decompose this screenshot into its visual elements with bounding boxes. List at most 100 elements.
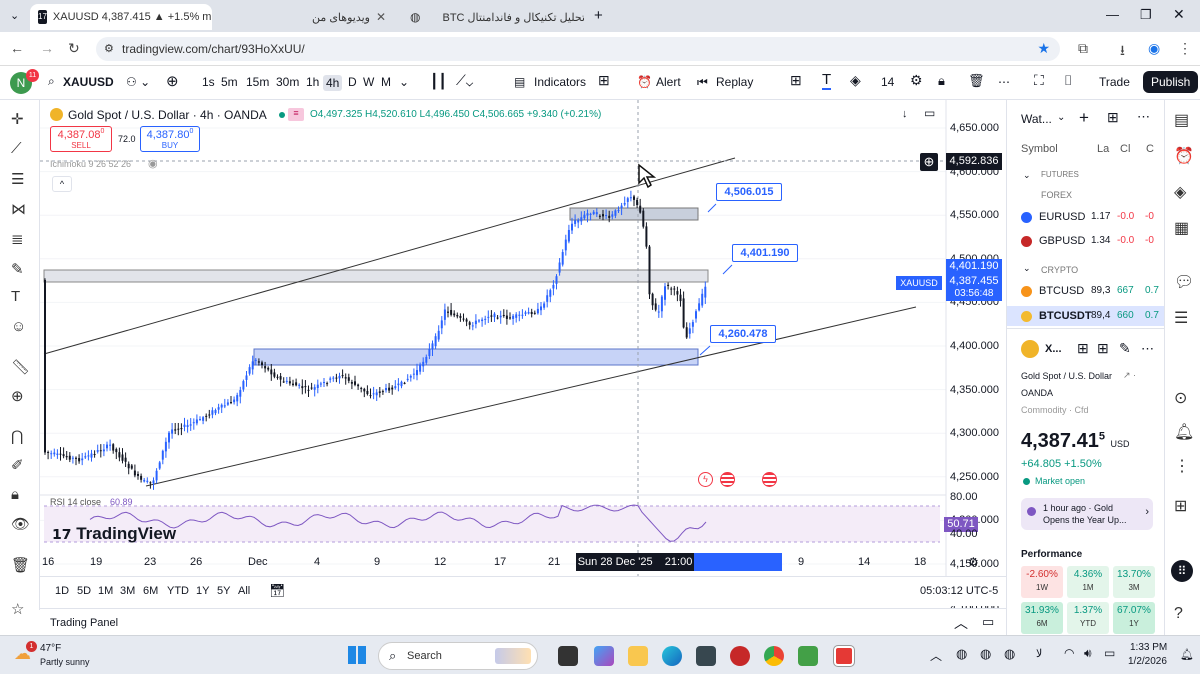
close-tab-icon[interactable]: ✕	[376, 10, 386, 24]
details-more-icon[interactable]: ⋯	[1141, 341, 1154, 357]
col-chgp[interactable]: C	[1146, 143, 1154, 155]
clock-time[interactable]: 1:33 PM	[1130, 642, 1167, 653]
range-5d[interactable]: 5D	[77, 585, 91, 597]
utc-clock[interactable]: 05:03:12 UTC-5	[920, 585, 998, 597]
extensions-icon[interactable]: ⧉	[1078, 40, 1088, 57]
interval-m[interactable]: M	[381, 75, 391, 89]
us-flag-event-icon[interactable]	[762, 472, 777, 487]
fullscreen-icon[interactable]: ⛶	[1034, 72, 1044, 89]
channel-upper-line[interactable]	[43, 157, 736, 355]
battery-icon[interactable]: ▭	[1104, 646, 1115, 660]
performance-tile[interactable]: 67.07% 1Y	[1113, 602, 1155, 634]
forward-arrow-icon[interactable]: →	[40, 40, 54, 56]
emoji-icon[interactable]: ☺	[11, 318, 26, 335]
performance-tile[interactable]: 31.93% 6M	[1021, 602, 1063, 634]
details-name[interactable]: Gold Spot / U.S. Dollar	[1021, 371, 1112, 381]
tray-app-icon[interactable]: ◍	[980, 646, 991, 662]
indicators-button[interactable]: Indicators	[534, 75, 586, 89]
annotation-low[interactable]: 4,260.478	[710, 325, 776, 343]
camera-icon[interactable]: ⌷	[1064, 72, 1072, 89]
interval-5m[interactable]: 5m	[221, 75, 238, 89]
interval-dropdown-icon[interactable]: ⌄	[399, 75, 409, 89]
annotation-top[interactable]: 4,506.015	[716, 183, 782, 201]
tray-app-icon[interactable]: ◍	[956, 646, 967, 662]
details-symbol[interactable]: X...	[1045, 343, 1062, 355]
back-arrow-icon[interactable]: ←	[10, 40, 24, 56]
grid-view-icon[interactable]: ⊞	[1077, 340, 1089, 357]
performance-tile[interactable]: 4.36% 1M	[1067, 566, 1109, 598]
advanced-view-icon[interactable]: ⊞	[1107, 109, 1119, 126]
tab-xauusd[interactable]: 17 XAUUSD 4,387.415 ▲ +1.5% m ✕	[30, 4, 212, 30]
news-card[interactable]: 1 hour ago · Gold Opens the Year Up... ›	[1021, 498, 1153, 530]
interval-30m[interactable]: 30m	[276, 75, 299, 89]
range-1m[interactable]: 1M	[98, 585, 113, 597]
profile-icon[interactable]: ◉	[1148, 40, 1160, 57]
symbol-search[interactable]: XAUUSD	[63, 75, 114, 89]
watchlist-dropdown-icon[interactable]: ⌄	[1057, 112, 1065, 123]
more-apps-icon[interactable]: ⠿	[1171, 560, 1193, 582]
range-1y[interactable]: 1Y	[196, 585, 209, 597]
search-icon[interactable]: ⌕	[48, 74, 55, 89]
taskbar-search[interactable]: ⌕ Search	[378, 642, 538, 670]
alerts-clock-icon[interactable]: ⏰	[1174, 146, 1194, 166]
external-link-icon[interactable]: ↗ ·	[1123, 370, 1136, 381]
lock-drawings-icon[interactable]: 🔒︎	[11, 486, 19, 503]
performance-tile[interactable]: 1.37% YTD	[1067, 602, 1109, 634]
compare-add-icon[interactable]: ⊕	[166, 72, 179, 90]
range-ytd[interactable]: YTD	[167, 585, 189, 597]
lock-icon[interactable]: 🔒︎	[938, 73, 945, 89]
reload-icon[interactable]: ↻	[68, 40, 80, 57]
copilot-icon[interactable]	[594, 646, 614, 666]
watchlist-icon[interactable]: ▤	[1174, 110, 1189, 130]
browser-menu-icon[interactable]: ⋮	[1178, 40, 1192, 57]
lightning-event-icon[interactable]: ϟ	[698, 472, 713, 487]
chrome-icon[interactable]	[764, 646, 784, 666]
fill-color-icon[interactable]: ◈	[850, 72, 861, 89]
volume-icon[interactable]: 🔊︎	[1084, 646, 1092, 661]
range-3m[interactable]: 3M	[120, 585, 135, 597]
text-icon[interactable]: T	[11, 288, 20, 305]
range-all[interactable]: All	[238, 585, 250, 597]
pinterest-icon[interactable]	[730, 646, 750, 666]
bookmark-star-icon[interactable]: ★	[1037, 40, 1050, 57]
interval-15m[interactable]: 15m	[246, 75, 269, 89]
indicators-icon[interactable]: ▤	[514, 75, 525, 89]
annotation-mid[interactable]: 4,401.190	[732, 244, 798, 262]
dom-icon[interactable]: ⊞	[1174, 496, 1187, 516]
chart-title[interactable]: Gold Spot / U.S. Dollar · 4h · OANDA	[68, 108, 267, 122]
visibility-icon[interactable]: 👁︎	[11, 515, 30, 533]
chevron-down-icon[interactable]: ⌄	[1023, 170, 1031, 181]
chevron-down-icon[interactable]: ⌄	[1023, 263, 1031, 274]
maximize-pane-icon[interactable]: ▭	[924, 106, 935, 120]
font-size-value[interactable]: 14	[881, 75, 894, 89]
col-last[interactable]: La	[1097, 143, 1109, 155]
interval-4h[interactable]: 4h	[323, 75, 343, 91]
settings-gear-icon[interactable]: ⚙	[910, 72, 923, 89]
clock-date[interactable]: 1/2/2026	[1128, 656, 1167, 667]
col-symbol[interactable]: Symbol	[1021, 143, 1058, 155]
hotlist-icon[interactable]: ⋮	[1174, 456, 1190, 476]
go-to-date-icon[interactable]: 📅︎	[269, 583, 286, 599]
language-indicator[interactable]: ﻻ	[1036, 647, 1042, 660]
support-zone[interactable]	[253, 348, 699, 366]
maximize-panel-icon[interactable]: ▭	[982, 614, 994, 630]
performance-title[interactable]: Performance	[1021, 549, 1082, 560]
tab-my-videos[interactable]: ویدیوهای من ✕	[218, 4, 394, 30]
performance-tile[interactable]: 13.70% 3M	[1113, 566, 1155, 598]
interval-w[interactable]: W	[363, 75, 374, 89]
crosshair-icon[interactable]: ✛	[11, 110, 24, 128]
notifications-bell-icon[interactable]: 🔔︎	[1174, 422, 1194, 442]
favorites-star-icon[interactable]: ☆	[11, 600, 24, 618]
store-icon[interactable]	[696, 646, 716, 666]
notifications-icon[interactable]: 🔔︎	[1180, 648, 1194, 661]
ichimoku-label[interactable]: Ichimoku 9 26 52 26	[50, 159, 131, 169]
new-tab-button[interactable]: +	[594, 7, 603, 24]
eye-icon[interactable]: ◉	[148, 157, 158, 170]
capcut-icon[interactable]	[833, 645, 855, 667]
trading-panel-title[interactable]: Trading Panel	[50, 617, 118, 629]
buy-button[interactable]: 4,387.800 BUY	[140, 126, 200, 152]
replay-button[interactable]: Replay	[716, 75, 753, 89]
layout-grid-icon[interactable]: ⊞	[1097, 340, 1109, 357]
us-flag-event-icon[interactable]	[720, 472, 735, 487]
collapse-legend-button[interactable]: ^	[52, 176, 72, 192]
